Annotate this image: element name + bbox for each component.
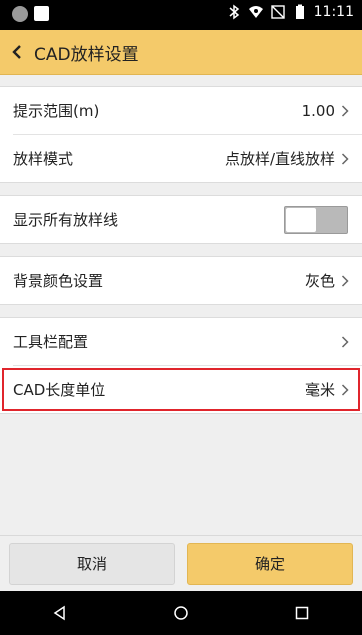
settings-row-background-color[interactable]: 背景颜色设置 灰色 [0, 257, 362, 304]
cad-length-unit-value: 毫米 [304, 381, 335, 399]
chevron-right-icon [341, 274, 349, 287]
settings-row-value: 点放样/直线放样 [225, 148, 349, 169]
status-time: 11:11 [313, 4, 354, 20]
settings-group-1: 提示范围(m) 1.00 放样模式 点放样/直线放样 [0, 86, 362, 183]
battery-icon [295, 4, 304, 19]
status-bar: 11:11 [0, 0, 362, 30]
bluetooth-icon [229, 4, 239, 20]
settings-row-toolbar-config[interactable]: 工具栏配置 [0, 318, 362, 365]
action-bar: 取消 确定 [0, 535, 362, 591]
no-sim-icon [270, 5, 285, 19]
settings-group-4: 工具栏配置 CAD长度单位 毫米 [0, 317, 362, 414]
back-button[interactable] [0, 30, 34, 74]
settings-group-3: 背景颜色设置 灰色 [0, 256, 362, 305]
stakeout-mode-value: 点放样/直线放样 [224, 150, 335, 168]
show-all-lines-toggle[interactable] [284, 205, 348, 234]
settings-list: 提示范围(m) 1.00 放样模式 点放样/直线放样 显示所有放样线 背景颜色设… [0, 74, 362, 414]
back-triangle-icon [53, 605, 66, 621]
notification-dot-icon [12, 6, 28, 22]
settings-row-prompt-range[interactable]: 提示范围(m) 1.00 [0, 87, 362, 134]
header: CAD放样设置 [0, 30, 362, 75]
settings-row-label: 提示范围(m) [13, 102, 100, 120]
settings-row-stakeout-mode[interactable]: 放样模式 点放样/直线放样 [0, 135, 362, 182]
status-bar-right: 11:11 [226, 4, 354, 20]
settings-row-value: 1.00 [302, 102, 349, 120]
confirm-button[interactable]: 确定 [187, 542, 353, 585]
chevron-right-icon [341, 152, 349, 165]
chevron-right-icon [341, 335, 349, 348]
chevron-right-icon [341, 383, 349, 396]
prompt-range-value: 1.00 [301, 101, 335, 120]
background-color-value: 灰色 [304, 272, 335, 290]
settings-row-value [341, 335, 349, 348]
recents-square-icon [295, 606, 308, 620]
settings-group-2: 显示所有放样线 [0, 195, 362, 244]
nav-back-button[interactable] [30, 591, 90, 635]
system-nav-bar [0, 591, 362, 635]
settings-row-label: 工具栏配置 [13, 333, 89, 351]
cancel-button[interactable]: 取消 [9, 542, 175, 585]
settings-row-value: 毫米 [305, 379, 349, 400]
status-bar-left [12, 6, 49, 22]
notification-square-icon [34, 6, 49, 21]
settings-row-label: 显示所有放样线 [13, 211, 119, 229]
settings-row-cad-length-unit[interactable]: CAD长度单位 毫米 [0, 366, 362, 413]
settings-row-label: CAD长度单位 [13, 381, 106, 399]
settings-row-label: 背景颜色设置 [13, 272, 104, 290]
nav-recents-button[interactable] [272, 591, 332, 635]
toggle-knob [286, 207, 316, 232]
settings-row-label: 放样模式 [13, 150, 74, 168]
wifi-icon [248, 6, 263, 18]
chevron-left-icon [12, 45, 21, 59]
chevron-right-icon [341, 104, 349, 117]
settings-row-value: 灰色 [305, 270, 349, 291]
nav-home-button[interactable] [151, 591, 211, 635]
page-title: CAD放样设置 [34, 44, 139, 65]
home-circle-icon [174, 606, 188, 620]
settings-row-show-all-lines: 显示所有放样线 [0, 196, 362, 243]
